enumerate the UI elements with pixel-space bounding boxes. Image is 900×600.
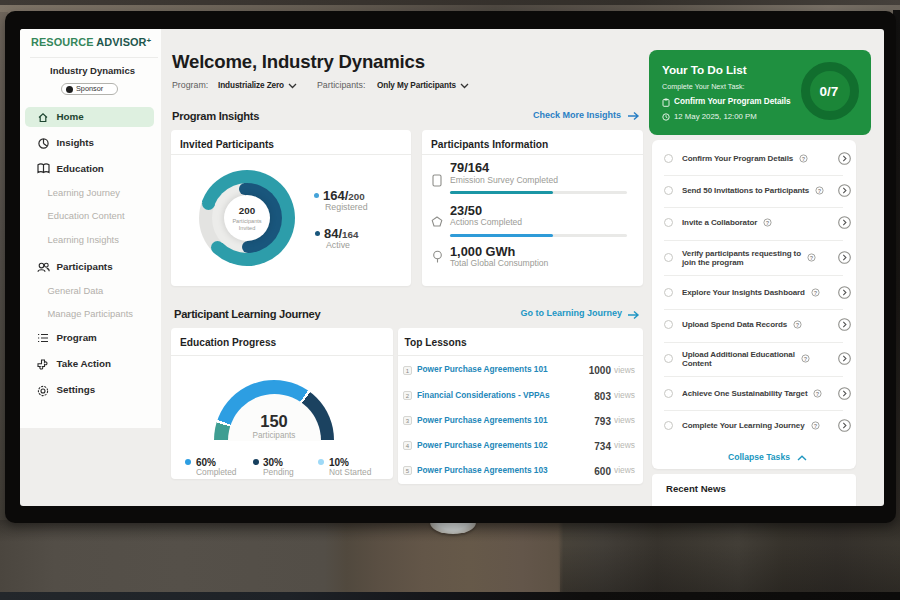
svg-text:?: ? — [796, 322, 800, 328]
svg-text:?: ? — [810, 255, 814, 261]
svg-text:?: ? — [804, 356, 808, 362]
svg-text:?: ? — [813, 423, 817, 429]
svg-text:?: ? — [766, 220, 770, 226]
svg-text:?: ? — [814, 290, 818, 296]
svg-text:?: ? — [818, 188, 822, 194]
svg-text:?: ? — [816, 391, 820, 397]
svg-text:?: ? — [802, 156, 806, 162]
